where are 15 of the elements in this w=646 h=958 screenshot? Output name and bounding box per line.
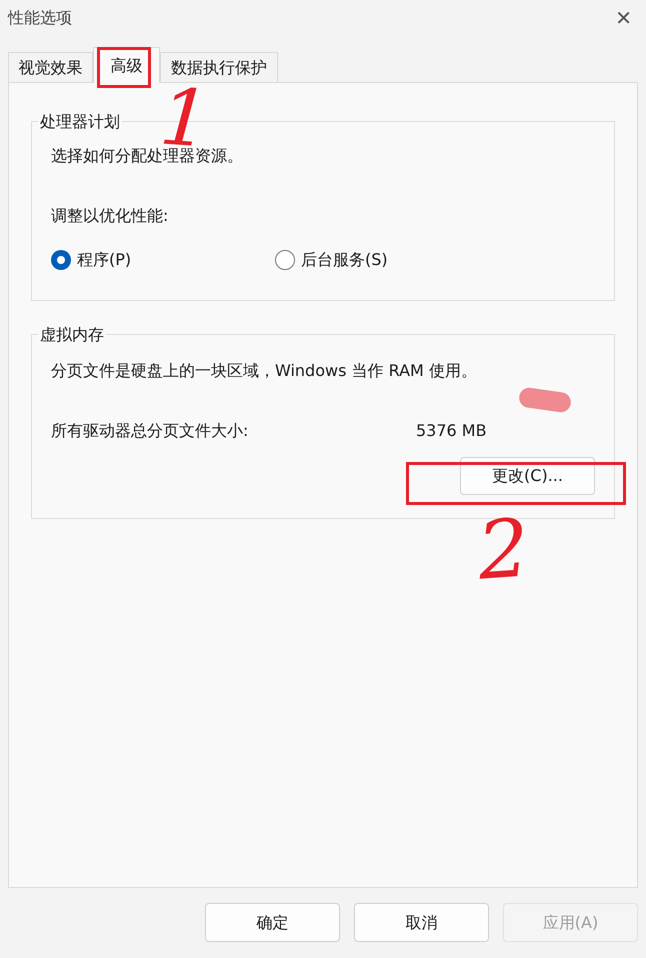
tab[interactable]: 数据执行保护: [160, 52, 278, 82]
window-title: 性能选项: [8, 7, 72, 29]
prompt-text: 调整以优化性能:: [51, 205, 170, 227]
radio-option[interactable]: 后台服务(S): [275, 248, 388, 272]
size-value: 5376 MB: [416, 420, 487, 442]
change-button[interactable]: 更改(C)...: [460, 457, 595, 495]
description-text: 选择如何分配处理器资源。: [51, 146, 244, 167]
tab[interactable]: 视觉效果: [8, 52, 93, 82]
close-button[interactable]: ✕: [615, 8, 632, 28]
description-text: 分页文件是硬盘上的一块区域，Windows 当作 RAM 使用。: [51, 360, 478, 382]
radio-option[interactable]: 程序(P): [51, 248, 275, 272]
dialog-button[interactable]: 确定: [205, 903, 340, 942]
handwritten-number: 2: [475, 508, 532, 592]
dialog-button[interactable]: 取消: [354, 903, 489, 942]
size-label: 所有驱动器总分页文件大小:: [51, 420, 250, 442]
